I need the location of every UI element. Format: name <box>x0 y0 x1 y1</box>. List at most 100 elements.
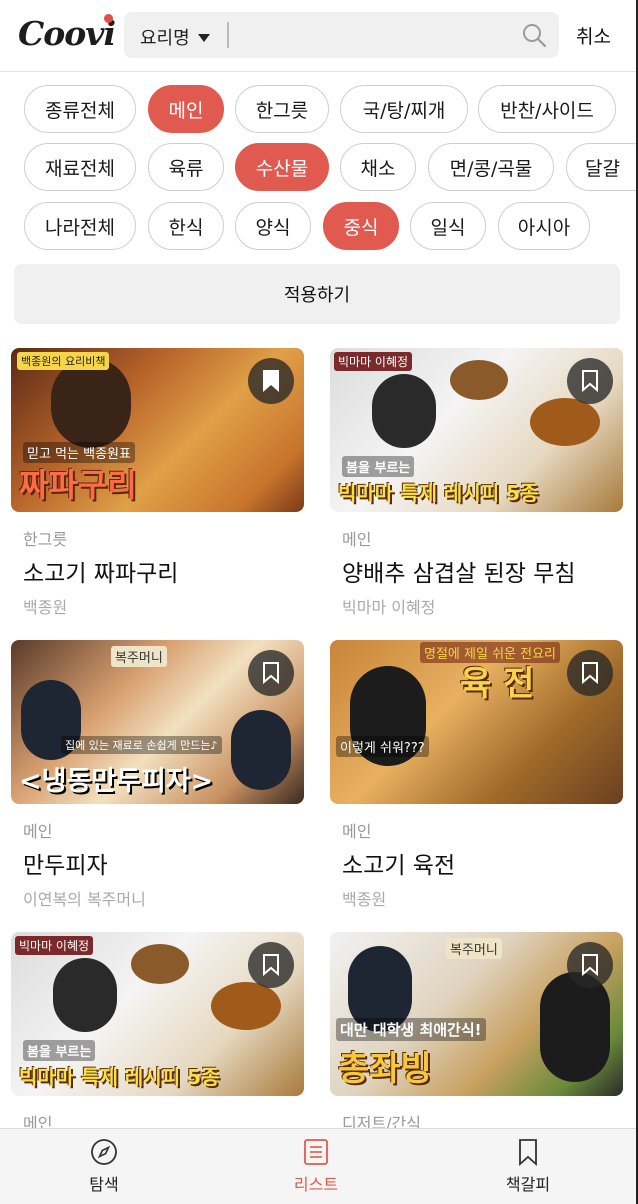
recipe-card[interactable]: 빅마마 이혜정 봄을 부르는 빅마마 특제 레시피 5종 메인 양배추 삼겹살 … <box>330 348 623 617</box>
recipe-title[interactable]: 양배추 삼겹살 된장 무침 <box>342 554 576 588</box>
search-icon[interactable] <box>521 22 547 48</box>
chip-type-all[interactable]: 종류전체 <box>24 85 136 133</box>
recipe-thumbnail[interactable]: 복주머니 집에 있는 재료로 손쉽게 만드는♪ <냉동만두피자> <box>11 640 304 804</box>
thumb-caption: 짜파구리 <box>19 466 137 504</box>
recipe-author[interactable]: 빅마마 이혜정 <box>342 594 435 618</box>
nav-tab-list[interactable]: 리스트 <box>256 1137 376 1195</box>
chip-type-soup[interactable]: 국/탕/찌개 <box>340 85 468 133</box>
recipe-thumbnail[interactable]: 복주머니 대만 대학생 최애간식! 총좌빙 <box>330 932 623 1096</box>
recipe-card[interactable]: 복주머니 집에 있는 재료로 손쉽게 만드는♪ <냉동만두피자> 메인 만두피자… <box>11 640 304 909</box>
search-type-dropdown[interactable]: 요리명 <box>140 24 210 50</box>
thumb-caption: <냉동만두피자> <box>19 766 214 797</box>
chip-ingredient-egg[interactable]: 달걀 <box>566 143 636 191</box>
channel-badge: 복주머니 <box>446 938 502 959</box>
bookmark-toggle[interactable] <box>248 358 294 404</box>
cancel-button[interactable]: 취소 <box>576 22 611 49</box>
recipe-card[interactable]: 빅마마 이혜정 봄을 부르는 빅마마 특제 레시피 5종 메인 <box>11 932 304 1133</box>
apply-filters-button[interactable]: 적용하기 <box>14 264 620 324</box>
chef-figure <box>53 958 117 1032</box>
chip-ingredient-noodle[interactable]: 면/콩/곡물 <box>428 143 554 191</box>
logo-text: Coovi <box>18 14 116 53</box>
chip-country-chinese[interactable]: 중식 <box>323 202 399 250</box>
thumb-subcaption: 봄을 부르는 <box>342 456 415 477</box>
recipe-title[interactable]: 소고기 짜파구리 <box>23 554 178 588</box>
channel-badge: 백종원의 요리비책 <box>17 352 110 370</box>
app-frame: Coovi 요리명 취소 종류전체 메인 한그릇 국/탕/찌개 반찬/사이드 재… <box>0 0 638 1204</box>
bookmark-toggle[interactable] <box>567 650 613 696</box>
chip-country-asian[interactable]: 아시아 <box>498 202 590 250</box>
recipe-author[interactable]: 백종원 <box>342 886 386 910</box>
chip-country-japanese[interactable]: 일식 <box>410 202 486 250</box>
dish-figure <box>211 982 281 1030</box>
chip-ingredient-veg[interactable]: 채소 <box>340 143 416 191</box>
list-icon <box>304 1139 328 1165</box>
logo-dot <box>104 14 113 23</box>
bookmark-toggle[interactable] <box>567 358 613 404</box>
country-filter-row: 나라전체 한식 양식 중식 일식 아시아 <box>0 202 636 252</box>
recipe-category: 한그릇 <box>23 530 68 549</box>
bookmark-toggle[interactable] <box>248 942 294 988</box>
assistant-figure <box>231 710 291 790</box>
ingredient-filter-row: 재료전체 육류 수산물 채소 면/콩/곡물 달걀 <box>0 143 636 193</box>
thumb-subcaption: 봄을 부르는 <box>23 1040 96 1061</box>
dish-figure <box>450 360 508 400</box>
thumb-subcaption: 대만 대학생 최애간식! <box>336 1018 486 1041</box>
dish-figure <box>530 398 600 446</box>
top-bar: Coovi 요리명 취소 <box>0 0 636 72</box>
thumb-caption: 빅마마 특제 레시피 5종 <box>19 1065 220 1089</box>
recipe-author[interactable]: 이연복의 복주머니 <box>23 886 146 910</box>
nav-tab-explore[interactable]: 탐색 <box>44 1137 164 1195</box>
bookmark-filled-icon <box>263 370 279 392</box>
chip-ingredient-seafood[interactable]: 수산물 <box>235 143 329 191</box>
chip-country-all[interactable]: 나라전체 <box>24 202 136 250</box>
search-bar[interactable]: 요리명 <box>124 12 559 58</box>
nav-tab-bookmarks[interactable]: 책갈피 <box>468 1137 588 1195</box>
recipe-author[interactable]: 백종원 <box>23 594 67 618</box>
recipe-thumbnail[interactable]: 빅마마 이혜정 봄을 부르는 빅마마 특제 레시피 5종 <box>11 932 304 1096</box>
chef-figure <box>372 374 436 448</box>
nav-label: 리스트 <box>293 1175 339 1194</box>
bookmark-outline-icon <box>582 662 598 685</box>
bookmark-outline-icon <box>263 954 279 977</box>
bookmark-toggle[interactable] <box>567 942 613 988</box>
bookmark-outline-icon <box>582 954 598 977</box>
search-input[interactable] <box>227 22 229 48</box>
recipe-card[interactable]: 명절에 제일 쉬운 전요리 이렇게 쉬워??? 육 전 메인 소고기 육전 백종… <box>330 640 623 909</box>
recipe-title[interactable]: 소고기 육전 <box>342 846 455 880</box>
chip-type-side[interactable]: 반찬/사이드 <box>478 85 616 133</box>
chip-country-korean[interactable]: 한식 <box>148 202 224 250</box>
recipe-title[interactable]: 만두피자 <box>23 846 108 880</box>
chip-ingredient-all[interactable]: 재료전체 <box>24 143 136 191</box>
recipe-thumbnail[interactable]: 백종원의 요리비책 믿고 먹는 백종원표 짜파구리 <box>11 348 304 512</box>
bookmark-icon <box>519 1139 537 1166</box>
assistant-figure <box>540 972 610 1082</box>
channel-badge: 빅마마 이혜정 <box>334 352 413 371</box>
coovi-logo[interactable]: Coovi <box>18 14 116 53</box>
dish-figure <box>131 944 189 984</box>
channel-badge: 복주머니 <box>111 646 167 667</box>
thumb-caption: 육 전 <box>460 664 535 704</box>
chip-type-main[interactable]: 메인 <box>148 85 224 133</box>
type-filter-row: 종류전체 메인 한그릇 국/탕/찌개 반찬/사이드 <box>0 85 636 135</box>
recipe-card[interactable]: 백종원의 요리비책 믿고 먹는 백종원표 짜파구리 한그릇 소고기 짜파구리 백… <box>11 348 304 617</box>
bookmark-outline-icon <box>263 662 279 685</box>
nav-label: 탐색 <box>89 1175 119 1194</box>
recipe-category: 메인 <box>23 822 53 841</box>
recipe-thumbnail[interactable]: 명절에 제일 쉬운 전요리 이렇게 쉬워??? 육 전 <box>330 640 623 804</box>
compass-icon <box>91 1139 117 1165</box>
recipe-category: 메인 <box>342 530 372 549</box>
recipe-thumbnail[interactable]: 빅마마 이혜정 봄을 부르는 빅마마 특제 레시피 5종 <box>330 348 623 512</box>
chip-ingredient-meat[interactable]: 육류 <box>148 143 224 191</box>
caret-down-icon <box>197 34 210 42</box>
recipe-card[interactable]: 복주머니 대만 대학생 최애간식! 총좌빙 디저트/간식 <box>330 932 623 1133</box>
chef-figure <box>51 358 131 448</box>
recipe-category: 메인 <box>342 822 372 841</box>
bottom-nav: 탐색 리스트 책갈피 <box>0 1128 636 1204</box>
thumb-caption: 빅마마 특제 레시피 5종 <box>338 481 539 505</box>
chip-country-western[interactable]: 양식 <box>235 202 311 250</box>
thumb-caption: 총좌빙 <box>338 1049 432 1089</box>
bookmark-toggle[interactable] <box>248 650 294 696</box>
thumb-subcaption: 집에 있는 재료로 손쉽게 만드는♪ <box>61 736 222 754</box>
channel-badge: 빅마마 이혜정 <box>15 936 94 955</box>
chip-type-onebowl[interactable]: 한그릇 <box>235 85 329 133</box>
